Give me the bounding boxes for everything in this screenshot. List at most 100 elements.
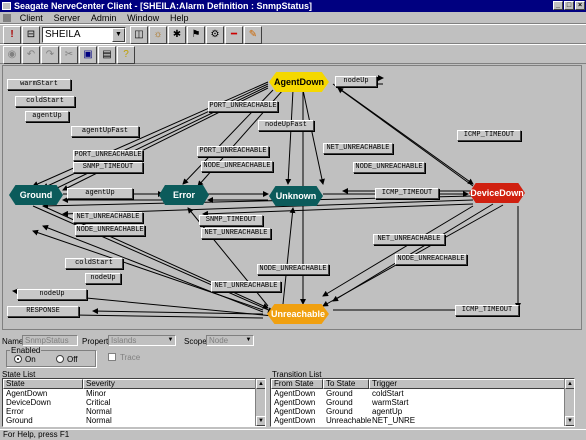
table-cell[interactable]: coldStart bbox=[372, 390, 404, 398]
menu-admin[interactable]: Admin bbox=[87, 12, 121, 24]
wizard-icon[interactable]: ✎ bbox=[244, 26, 262, 44]
system-menu-icon[interactable] bbox=[2, 2, 11, 10]
cut-icon[interactable]: ✂ bbox=[60, 46, 78, 64]
state-unknown[interactable]: Unknown bbox=[269, 186, 323, 206]
transition-label[interactable]: agentUp bbox=[25, 111, 69, 122]
enabled-off-radio[interactable] bbox=[56, 355, 64, 363]
table-cell[interactable]: Normal bbox=[86, 417, 112, 425]
maximize-button[interactable]: □ bbox=[564, 1, 574, 10]
table-cell[interactable]: DeviceDown bbox=[6, 399, 51, 407]
transition-label[interactable]: PORT_UNREACHABLE bbox=[208, 101, 278, 112]
table-cell[interactable]: Ground bbox=[6, 417, 33, 425]
scroll-up-icon[interactable]: ▲ bbox=[565, 379, 574, 389]
transition-list-scrollbar[interactable]: ▲ ▼ bbox=[564, 379, 574, 426]
scroll-down-icon[interactable]: ▼ bbox=[565, 416, 574, 426]
transition-label[interactable]: NODE_UNREACHABLE bbox=[257, 264, 329, 275]
column-header[interactable]: From State bbox=[271, 379, 323, 389]
alarm-icon[interactable]: ⚑ bbox=[187, 26, 205, 44]
transition-label[interactable]: ICMP_TIMEOUT bbox=[455, 305, 519, 316]
transition-label[interactable]: warmStart bbox=[7, 79, 71, 90]
transition-label[interactable]: coldStart bbox=[15, 96, 75, 107]
enabled-on-radio[interactable] bbox=[14, 355, 22, 363]
redo-icon[interactable]: ↷ bbox=[41, 46, 59, 64]
table-cell[interactable]: Ground bbox=[326, 399, 353, 407]
transition-label[interactable]: nodeUp bbox=[17, 289, 87, 300]
transition-label[interactable]: agentUp bbox=[67, 188, 133, 199]
transition-label[interactable]: SNMP_TIMEOUT bbox=[199, 215, 263, 226]
transition-label[interactable]: NODE_UNREACHABLE bbox=[201, 161, 273, 172]
transition-label[interactable]: NET_UNREACHABLE bbox=[201, 228, 271, 239]
column-header[interactable]: Severity bbox=[83, 379, 257, 389]
delete-icon[interactable]: ━ bbox=[225, 26, 243, 44]
transition-label[interactable]: nodeUpFast bbox=[258, 120, 314, 131]
transition-label[interactable]: SNMP_TIMEOUT bbox=[73, 162, 143, 173]
table-cell[interactable]: AgentDown bbox=[274, 408, 315, 416]
state-devicedown[interactable]: DeviceDown bbox=[469, 183, 525, 203]
transition-list[interactable]: From State To State Trigger AgentDown Gr… bbox=[270, 378, 575, 427]
table-cell[interactable]: Ground bbox=[326, 408, 353, 416]
transition-label[interactable]: ICMP_TIMEOUT bbox=[375, 188, 439, 199]
document-icon[interactable] bbox=[3, 14, 11, 22]
scope-select[interactable]: Node ▼ bbox=[206, 335, 254, 346]
table-cell[interactable]: Critical bbox=[86, 399, 110, 407]
transition-label[interactable]: NET_UNREACHABLE bbox=[211, 281, 281, 292]
scroll-down-icon[interactable]: ▼ bbox=[256, 416, 265, 426]
table-cell[interactable]: warmStart bbox=[372, 399, 408, 407]
minimize-button[interactable]: _ bbox=[553, 1, 563, 10]
scroll-up-icon[interactable]: ▲ bbox=[256, 379, 265, 389]
transition-label[interactable]: NET_UNREACHABLE bbox=[323, 143, 393, 154]
transition-label[interactable]: agentUpFast bbox=[71, 126, 139, 137]
polls-icon[interactable]: ☼ bbox=[149, 26, 167, 44]
table-cell[interactable]: Minor bbox=[86, 390, 106, 398]
undo-icon[interactable]: ↶ bbox=[22, 46, 40, 64]
chevron-down-icon[interactable]: ▼ bbox=[244, 336, 253, 345]
name-field[interactable]: SnmpStatus bbox=[22, 335, 78, 346]
column-header[interactable]: To State bbox=[323, 379, 369, 389]
node-icon[interactable]: ◫ bbox=[130, 26, 148, 44]
alert-icon[interactable]: ! bbox=[3, 26, 21, 44]
column-header[interactable]: State bbox=[3, 379, 83, 389]
alarm-diagram[interactable]: warmStart coldStart agentUp agentUpFast … bbox=[2, 65, 582, 330]
state-unreachable[interactable]: Unreachable bbox=[267, 304, 329, 324]
state-agentdown[interactable]: AgentDown bbox=[269, 72, 329, 92]
action-icon[interactable]: ⚙ bbox=[206, 26, 224, 44]
trace-checkbox[interactable] bbox=[108, 353, 116, 361]
table-cell[interactable]: AgentDown bbox=[274, 417, 315, 425]
help-icon[interactable]: ? bbox=[117, 46, 135, 64]
transition-label[interactable]: NODE_UNREACHABLE bbox=[75, 225, 145, 236]
table-cell[interactable]: Normal bbox=[86, 408, 112, 416]
state-list[interactable]: State Severity AgentDown Minor DeviceDow… bbox=[2, 378, 266, 427]
table-cell[interactable]: NET_UNRE bbox=[372, 417, 415, 425]
transition-label[interactable]: NET_UNREACHABLE bbox=[373, 234, 445, 245]
transition-label[interactable]: nodeUp bbox=[85, 273, 121, 284]
connect-icon[interactable]: ⊟ bbox=[22, 26, 40, 44]
chevron-down-icon[interactable]: ▼ bbox=[166, 336, 175, 345]
table-cell[interactable]: AgentDown bbox=[274, 399, 315, 407]
table-cell[interactable]: AgentDown bbox=[6, 390, 47, 398]
state-list-scrollbar[interactable]: ▲ ▼ bbox=[255, 379, 265, 426]
transition-label[interactable]: NODE_UNREACHABLE bbox=[395, 254, 467, 265]
column-header[interactable]: Trigger bbox=[369, 379, 565, 389]
transition-label[interactable]: NET_UNREACHABLE bbox=[73, 212, 143, 223]
property-select[interactable]: Islands ▼ bbox=[108, 335, 176, 346]
transition-label[interactable]: PORT_UNREACHABLE bbox=[73, 150, 143, 161]
table-cell[interactable]: Ground bbox=[326, 390, 353, 398]
transition-label[interactable]: RESPONSE bbox=[7, 306, 79, 317]
transition-label[interactable]: nodeUp bbox=[335, 76, 377, 87]
transition-label[interactable]: coldStart bbox=[65, 258, 123, 269]
save-icon[interactable]: ▣ bbox=[79, 46, 97, 64]
masks-icon[interactable]: ✱ bbox=[168, 26, 186, 44]
table-cell[interactable]: agentUp bbox=[372, 408, 402, 416]
close-button[interactable]: × bbox=[575, 1, 585, 10]
transition-label[interactable]: ICMP_TIMEOUT bbox=[457, 130, 521, 141]
table-cell[interactable]: AgentDown bbox=[274, 390, 315, 398]
menu-server[interactable]: Server bbox=[50, 12, 85, 24]
transition-label[interactable]: PORT_UNREACHABLE bbox=[197, 146, 269, 157]
menu-window[interactable]: Window bbox=[123, 12, 163, 24]
table-cell[interactable]: Unreachable bbox=[326, 417, 371, 425]
properties-icon[interactable]: ▤ bbox=[98, 46, 116, 64]
view-icon[interactable]: ◉ bbox=[3, 46, 21, 64]
chevron-down-icon[interactable]: ▼ bbox=[112, 28, 125, 42]
transition-label[interactable]: NODE_UNREACHABLE bbox=[353, 162, 425, 173]
menu-help[interactable]: Help bbox=[166, 12, 193, 24]
